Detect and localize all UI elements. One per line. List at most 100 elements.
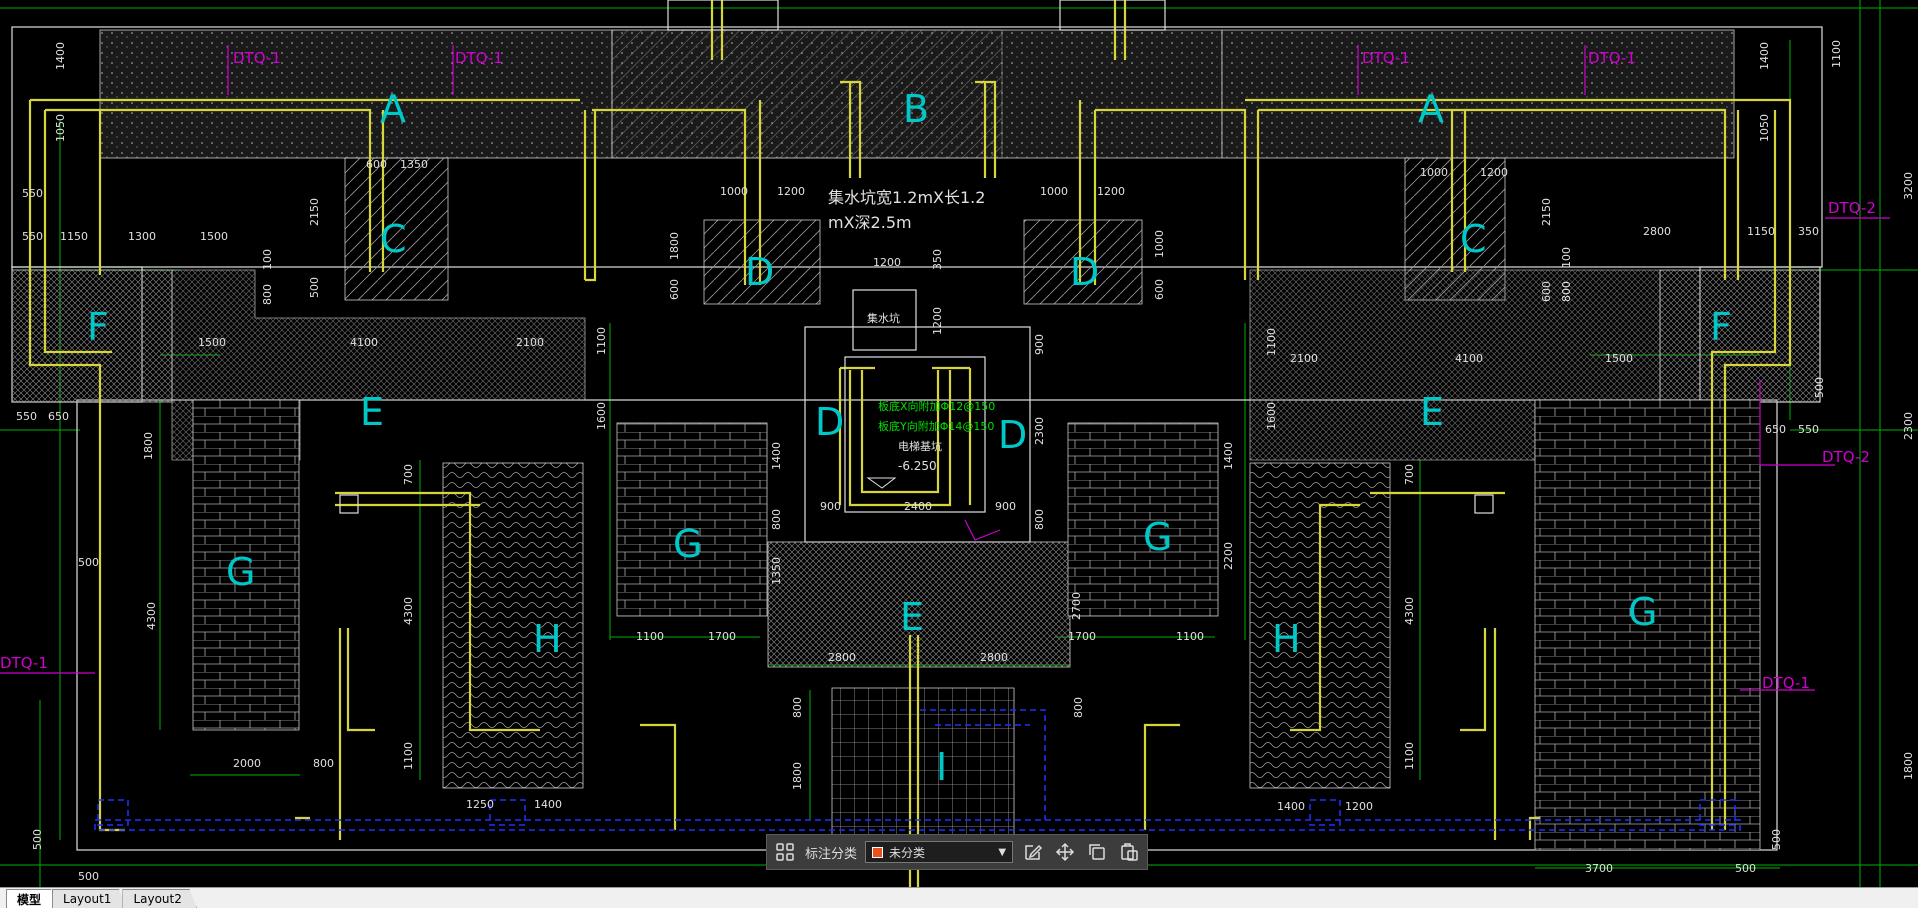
region-label: G (1143, 515, 1172, 559)
grid-icon[interactable] (773, 840, 797, 864)
dtq-tag: DTQ-2 (1822, 448, 1870, 466)
sump-note: 集水坑宽1.2mX长1.2 (828, 188, 985, 207)
dim-text: 2150 (1540, 198, 1553, 226)
dim-text: 4300 (402, 597, 415, 625)
dim-text: 500 (1813, 377, 1826, 398)
dim-text: 2400 (904, 500, 932, 513)
region-label: D (1070, 250, 1099, 294)
region-label: D (745, 250, 774, 294)
dtq-tag: DTQ-1 (1762, 674, 1810, 692)
dim-text: 350 (1798, 225, 1819, 238)
edit-icon[interactable] (1021, 840, 1045, 864)
dim-text: 1400 (1277, 800, 1305, 813)
region-label: D (998, 413, 1027, 457)
layout-tab-bar: 模型 Layout1 Layout2 (0, 887, 1918, 908)
dim-text: 1400 (54, 42, 67, 70)
dim-text: 700 (402, 464, 415, 485)
region-label: A (1418, 87, 1444, 131)
chevron-down-icon: ▼ (998, 846, 1007, 858)
dim-text: 1100 (595, 327, 608, 355)
dim-text: 3200 (1902, 172, 1915, 200)
region-label: H (533, 617, 562, 661)
dim-text: 650 (1765, 423, 1786, 436)
dim-text: 1050 (54, 114, 67, 142)
drawing-canvas[interactable]: DTQ-1 DTQ-1 DTQ-1 DTQ-1 DTQ-2 DTQ-2 DTQ-… (0, 0, 1918, 887)
dim-text: 1400 (770, 442, 783, 470)
dim-text: 2800 (828, 651, 856, 664)
dim-text: 1100 (1265, 328, 1278, 356)
dim-text: 800 (770, 509, 783, 530)
dim-text: 1100 (636, 630, 664, 643)
dim-text: 1200 (1480, 166, 1508, 179)
floor-plan-drawing[interactable]: DTQ-1 DTQ-1 DTQ-1 DTQ-1 DTQ-2 DTQ-2 DTQ-… (0, 0, 1918, 887)
dim-text: 1700 (708, 630, 736, 643)
annotation-toolbar: 标注分类 未分类 ▼ (766, 834, 1148, 870)
dim-text: 1100 (1830, 40, 1843, 68)
rebar-note: 板底Y向附加Φ14@150 (878, 419, 994, 433)
dim-text: 2000 (233, 757, 261, 770)
dim-text: 900 (820, 500, 841, 513)
sump-note: mX深2.5m (828, 213, 912, 232)
dim-text: 3700 (1585, 862, 1613, 875)
dim-text: 650 (48, 410, 69, 423)
dim-text: 2700 (1070, 592, 1083, 620)
dim-text: 1500 (200, 230, 228, 243)
region-label: F (1710, 305, 1732, 349)
dim-text: 1700 (1068, 630, 1096, 643)
dim-text: 550 (22, 187, 43, 200)
category-select[interactable]: 未分类 ▼ (865, 841, 1014, 863)
dim-text: 500 (1735, 862, 1756, 875)
dim-text: 900 (995, 500, 1016, 513)
dim-text: 1100 (1176, 630, 1204, 643)
dim-text: 700 (1403, 464, 1416, 485)
dim-text: 1100 (402, 742, 415, 770)
region-label: G (226, 550, 255, 594)
dtq-tag: DTQ-2 (1828, 199, 1876, 217)
dim-text: 1000 (1420, 166, 1448, 179)
dim-text: 1400 (534, 798, 562, 811)
dim-text: 2800 (1643, 225, 1671, 238)
dim-text: 1150 (1747, 225, 1775, 238)
dim-text: 1800 (668, 232, 681, 260)
dim-text: 1000 (1153, 230, 1166, 258)
paste-icon[interactable] (1117, 840, 1141, 864)
copy-icon[interactable] (1085, 840, 1109, 864)
dim-text: 550 (16, 410, 37, 423)
dtq-tag: DTQ-1 (1362, 49, 1410, 67)
region-label: E (360, 390, 384, 434)
dim-text: 1600 (1265, 402, 1278, 430)
dim-text: 1100 (1403, 742, 1416, 770)
region-label: C (380, 217, 407, 261)
dim-text: 1200 (873, 256, 901, 269)
dim-text: 4100 (1455, 352, 1483, 365)
elevation-marker-icon (866, 477, 897, 489)
dim-text: 1200 (1345, 800, 1373, 813)
dim-text: 1200 (1097, 185, 1125, 198)
dim-text: 500 (308, 277, 321, 298)
dim-text: 2300 (1902, 412, 1915, 440)
region-label: E (900, 595, 924, 639)
dim-text: 900 (1033, 334, 1046, 355)
dim-text: 1600 (595, 402, 608, 430)
move-icon[interactable] (1053, 840, 1077, 864)
category-color-swatch (872, 846, 884, 858)
region-label: A (380, 87, 406, 131)
dim-text: 2150 (308, 198, 321, 226)
tab-layout2[interactable]: Layout2 (122, 889, 197, 908)
dim-text: 600 (668, 279, 681, 300)
lift-pit-label: 电梯基坑 (898, 439, 942, 453)
dim-text: 800 (261, 284, 274, 305)
dim-text: 1350 (400, 158, 428, 171)
dim-text: 1250 (466, 798, 494, 811)
dim-text: 4300 (145, 602, 158, 630)
dim-text: 4100 (350, 336, 378, 349)
dim-text: 1350 (770, 557, 783, 585)
dim-text: 800 (791, 697, 804, 718)
dim-text: 800 (1560, 281, 1573, 302)
tab-model[interactable]: 模型 (6, 889, 57, 908)
dim-text: 1300 (128, 230, 156, 243)
tab-layout1[interactable]: Layout1 (52, 889, 127, 908)
dim-text: 4300 (1403, 597, 1416, 625)
dim-text: 1150 (60, 230, 88, 243)
region-label: F (87, 305, 109, 349)
